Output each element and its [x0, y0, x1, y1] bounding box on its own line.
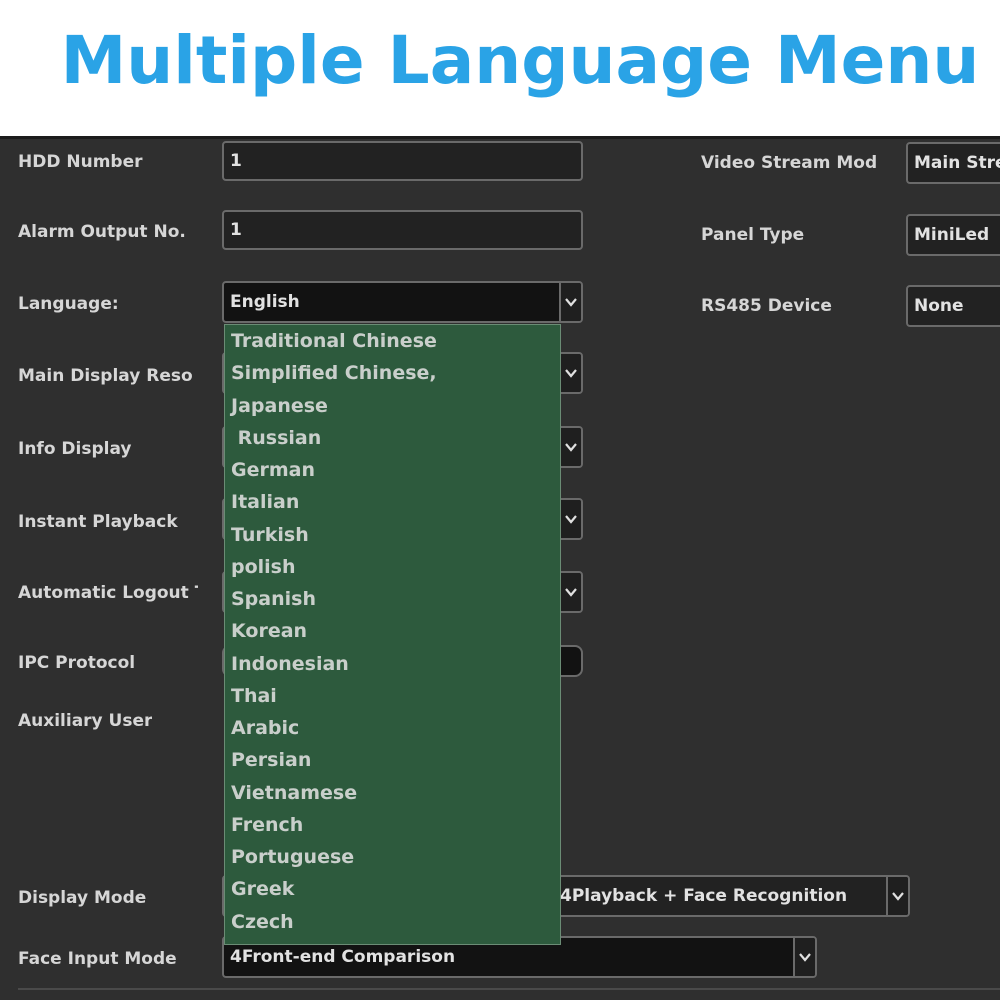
- instant-playback-label: Instant Playback: [18, 512, 178, 532]
- language-option[interactable]: Japanese: [231, 395, 328, 417]
- rs485-device-label: RS485 Device: [701, 296, 832, 316]
- chevron-down-icon[interactable]: [559, 428, 581, 466]
- language-option[interactable]: Arabic: [231, 717, 299, 739]
- hdd-number-value: 1: [230, 151, 242, 171]
- language-option[interactable]: Korean: [231, 620, 307, 642]
- video-stream-mode-value: Main Stre: [914, 153, 1000, 173]
- language-option[interactable]: Czech: [231, 911, 294, 933]
- language-option[interactable]: Russian: [231, 427, 322, 449]
- language-option[interactable]: Portuguese: [231, 846, 354, 868]
- language-option[interactable]: Simplified Chinese,: [231, 362, 437, 384]
- info-display-label: Info Display: [18, 439, 132, 459]
- language-option[interactable]: Persian: [231, 749, 311, 771]
- main-display-label: Main Display Reso: [18, 366, 193, 386]
- alarm-output-field[interactable]: 1: [222, 210, 583, 250]
- language-label: Language:: [18, 294, 119, 314]
- language-option[interactable]: Vietnamese: [231, 782, 357, 804]
- face-input-mode-label: Face Input Mode: [18, 949, 177, 969]
- alarm-output-label: Alarm Output No.: [18, 222, 186, 242]
- panel-type-label: Panel Type: [701, 225, 805, 245]
- language-value: English: [230, 292, 300, 312]
- ipc-protocol-label: IPC Protocol: [18, 653, 136, 673]
- language-option[interactable]: Greek: [231, 878, 294, 900]
- chevron-down-icon[interactable]: [559, 354, 581, 392]
- language-option[interactable]: German: [231, 459, 315, 481]
- language-option[interactable]: Turkish: [231, 524, 309, 546]
- language-option[interactable]: French: [231, 814, 303, 836]
- face-input-mode-value: 4Front-end Comparison: [230, 947, 456, 967]
- hdd-number-label: HDD Number: [18, 152, 143, 172]
- language-option[interactable]: Italian: [231, 491, 299, 513]
- video-stream-mode-select[interactable]: Main Stre: [906, 142, 1000, 184]
- auto-logout-label: Automatic Logout T: [18, 583, 198, 603]
- display-mode-value: 4Playback + Face Recognition: [560, 886, 848, 906]
- language-option[interactable]: Spanish: [231, 588, 316, 610]
- rs485-device-select[interactable]: None: [906, 285, 1000, 327]
- language-dropdown-list[interactable]: Traditional Chinese Simplified Chinese, Ja…: [224, 324, 561, 945]
- banner: Multiple Language Menu: [0, 0, 1000, 136]
- rs485-device-value: None: [914, 296, 964, 316]
- display-mode-label: Display Mode: [18, 888, 147, 908]
- language-option[interactable]: Indonesian: [231, 653, 349, 675]
- language-option[interactable]: Thai: [231, 685, 277, 707]
- banner-title: Multiple Language Menu: [60, 22, 980, 99]
- panel-type-value: MiniLed: [914, 225, 990, 245]
- auxiliary-user-label: Auxiliary User: [18, 711, 153, 731]
- chevron-down-icon[interactable]: [793, 938, 815, 976]
- chevron-down-icon[interactable]: [559, 573, 581, 611]
- hdd-number-field[interactable]: 1: [222, 141, 583, 181]
- language-option[interactable]: polish: [231, 556, 296, 578]
- language-select[interactable]: English: [222, 281, 583, 323]
- divider: [18, 988, 1000, 990]
- chevron-down-icon[interactable]: [886, 877, 908, 915]
- language-option[interactable]: Traditional Chinese: [231, 330, 437, 352]
- video-stream-mode-label: Video Stream Mod: [701, 153, 878, 173]
- panel-type-select[interactable]: MiniLed: [906, 214, 1000, 256]
- alarm-output-value: 1: [230, 220, 242, 240]
- chevron-down-icon[interactable]: [559, 283, 581, 321]
- chevron-down-icon[interactable]: [559, 500, 581, 538]
